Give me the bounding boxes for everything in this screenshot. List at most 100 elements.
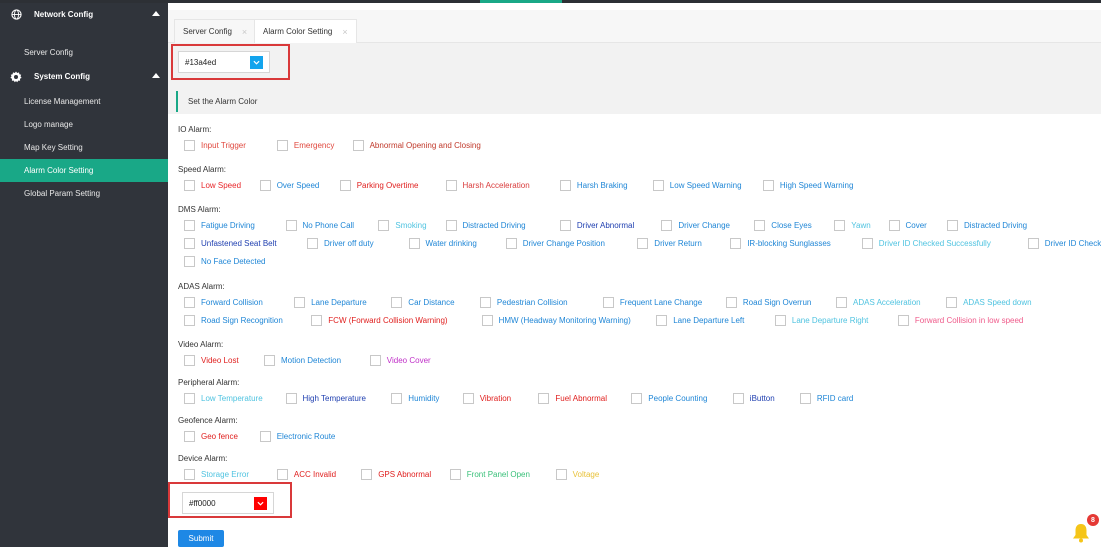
alarm-option[interactable]: Fatigue Driving	[184, 220, 255, 231]
alarm-option[interactable]: Lane Departure Right	[774, 315, 868, 326]
alarm-checkbox[interactable]	[449, 469, 461, 480]
alarm-checkbox[interactable]	[479, 297, 491, 308]
alarm-option[interactable]: Emergency	[276, 140, 334, 151]
alarm-checkbox[interactable]	[259, 431, 271, 442]
alarm-checkbox[interactable]	[184, 355, 195, 366]
alarm-checkbox[interactable]	[836, 297, 847, 308]
sidebar-group-network-config[interactable]: Network Config	[0, 3, 168, 26]
alarm-checkbox[interactable]	[799, 393, 811, 404]
alarm-checkbox[interactable]	[184, 220, 195, 231]
alarm-checkbox[interactable]	[391, 393, 403, 404]
alarm-checkbox[interactable]	[307, 238, 318, 249]
alarm-option[interactable]: Driver Return	[637, 238, 702, 249]
notification-bell-icon[interactable]	[1072, 523, 1090, 543]
alarm-checkbox[interactable]	[652, 180, 664, 191]
alarm-checkbox[interactable]	[184, 393, 195, 404]
alarm-checkbox[interactable]	[184, 431, 195, 442]
alarm-checkbox[interactable]	[538, 393, 550, 404]
alarm-checkbox[interactable]	[276, 140, 288, 151]
alarm-checkbox[interactable]	[276, 469, 288, 480]
alarm-checkbox[interactable]	[774, 315, 786, 326]
alarm-checkbox[interactable]	[888, 220, 900, 231]
alarm-option[interactable]: ACC Invalid	[276, 469, 336, 480]
alarm-option[interactable]: Driver off duty	[307, 238, 374, 249]
alarm-option[interactable]: No Face Detected	[184, 256, 265, 267]
alarm-checkbox[interactable]	[352, 140, 364, 151]
alarm-checkbox[interactable]	[285, 220, 297, 231]
alarm-option[interactable]: Vibration	[462, 393, 511, 404]
alarm-option[interactable]: Abnormal Opening and Closing	[352, 140, 481, 151]
alarm-checkbox[interactable]	[481, 315, 493, 326]
alarm-checkbox[interactable]	[184, 238, 195, 249]
alarm-option[interactable]: ADAS Acceleration	[836, 297, 921, 308]
tab-alarm-color-setting[interactable]: Alarm Color Setting ×	[254, 19, 357, 43]
alarm-option[interactable]: Forward Collision in low speed	[897, 315, 1023, 326]
alarm-checkbox[interactable]	[947, 220, 958, 231]
alarm-checkbox[interactable]	[656, 315, 668, 326]
alarm-option[interactable]: Distracted Driving	[445, 220, 526, 231]
alarm-checkbox[interactable]	[294, 297, 306, 308]
alarm-checkbox[interactable]	[184, 140, 195, 151]
alarm-option[interactable]: Motion Detection	[264, 355, 341, 366]
alarm-option[interactable]: Road Sign Recognition	[184, 315, 283, 326]
sidebar-item-logo-manage[interactable]: Logo manage	[0, 113, 168, 136]
alarm-option[interactable]: Voltage	[555, 469, 599, 480]
alarm-checkbox[interactable]	[184, 297, 195, 308]
alarm-option[interactable]: Frequent Lane Change	[602, 297, 702, 308]
alarm-checkbox[interactable]	[1027, 238, 1039, 249]
alarm-option[interactable]: Smoking	[378, 220, 427, 231]
alarm-option[interactable]: Lane Departure Left	[656, 315, 744, 326]
alarm-checkbox[interactable]	[311, 315, 323, 326]
alarm-option[interactable]: Car Distance	[391, 297, 455, 308]
alarm-option[interactable]: Low Speed Warning	[652, 180, 742, 191]
alarm-checkbox[interactable]	[730, 238, 742, 249]
alarm-option[interactable]: Video Lost	[184, 355, 239, 366]
alarm-option[interactable]: High Temperature	[285, 393, 366, 404]
alarm-option[interactable]: GPS Abnormal	[361, 469, 431, 480]
alarm-checkbox[interactable]	[897, 315, 909, 326]
sidebar-item-server-config[interactable]: Server Config	[0, 41, 168, 64]
submit-button[interactable]: Submit	[178, 530, 224, 547]
alarm-checkbox[interactable]	[559, 180, 571, 191]
alarm-option[interactable]: Low Temperature	[184, 393, 263, 404]
alarm-checkbox[interactable]	[555, 469, 567, 480]
sidebar-group-system-config[interactable]: System Config	[0, 65, 168, 88]
alarm-checkbox[interactable]	[834, 220, 846, 231]
alarm-option[interactable]: FCW (Forward Collision Warning)	[311, 315, 448, 326]
alarm-option[interactable]: Harsh Braking	[559, 180, 628, 191]
close-icon[interactable]: ×	[342, 27, 347, 37]
alarm-option[interactable]: No Phone Call	[285, 220, 354, 231]
alarm-option[interactable]: Humidity	[391, 393, 439, 404]
alarm-option[interactable]: Over Speed	[259, 180, 319, 191]
alarm-option[interactable]: Geo fence	[184, 431, 238, 442]
alarm-checkbox[interactable]	[445, 220, 457, 231]
alarm-checkbox[interactable]	[559, 220, 571, 231]
alarm-checkbox[interactable]	[339, 180, 351, 191]
alarm-checkbox[interactable]	[725, 297, 737, 308]
alarm-option[interactable]: High Speed Warning	[762, 180, 853, 191]
alarm-checkbox[interactable]	[285, 393, 297, 404]
alarm-option[interactable]: Video Cover	[369, 355, 431, 366]
alarm-option[interactable]: Front Panel Open	[449, 469, 530, 480]
alarm-checkbox[interactable]	[391, 297, 403, 308]
alarm-checkbox[interactable]	[762, 180, 774, 191]
alarm-checkbox[interactable]	[264, 355, 275, 366]
alarm-option[interactable]: Driver Change	[661, 220, 730, 231]
alarm-checkbox[interactable]	[369, 355, 381, 366]
tab-server-config[interactable]: Server Config ×	[174, 19, 257, 43]
alarm-checkbox[interactable]	[378, 220, 390, 231]
alarm-option[interactable]: People Counting	[631, 393, 707, 404]
sidebar-item-alarm-color-setting[interactable]: Alarm Color Setting	[0, 159, 168, 182]
sidebar-item-license-management[interactable]: License Management	[0, 90, 168, 113]
alarm-checkbox[interactable]	[184, 469, 195, 480]
alarm-checkbox[interactable]	[408, 238, 420, 249]
alarm-checkbox[interactable]	[184, 256, 195, 267]
alarm-checkbox[interactable]	[637, 238, 649, 249]
close-icon[interactable]: ×	[242, 27, 247, 37]
alarm-option[interactable]: HMW (Headway Monitoring Warning)	[481, 315, 631, 326]
alarm-option[interactable]: Cover	[888, 220, 927, 231]
alarm-option[interactable]: iButton	[732, 393, 775, 404]
alarm-option[interactable]: IR-blocking Sunglasses	[730, 238, 831, 249]
sidebar-item-global-param-setting[interactable]: Global Param Setting	[0, 182, 168, 205]
alarm-option[interactable]: Storage Error	[184, 469, 249, 480]
